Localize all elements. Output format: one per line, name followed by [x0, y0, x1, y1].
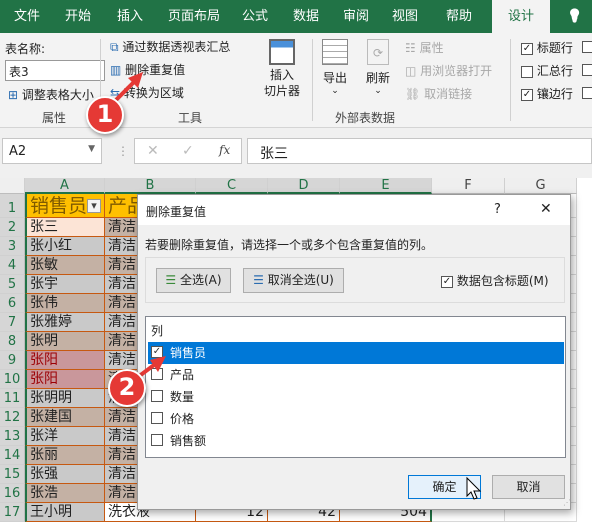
annotation-arrows — [106, 72, 482, 500]
mouse-cursor-icon — [466, 476, 482, 500]
step-badge-2: 2 — [108, 369, 146, 407]
step-badge-1: 1 — [86, 96, 124, 134]
